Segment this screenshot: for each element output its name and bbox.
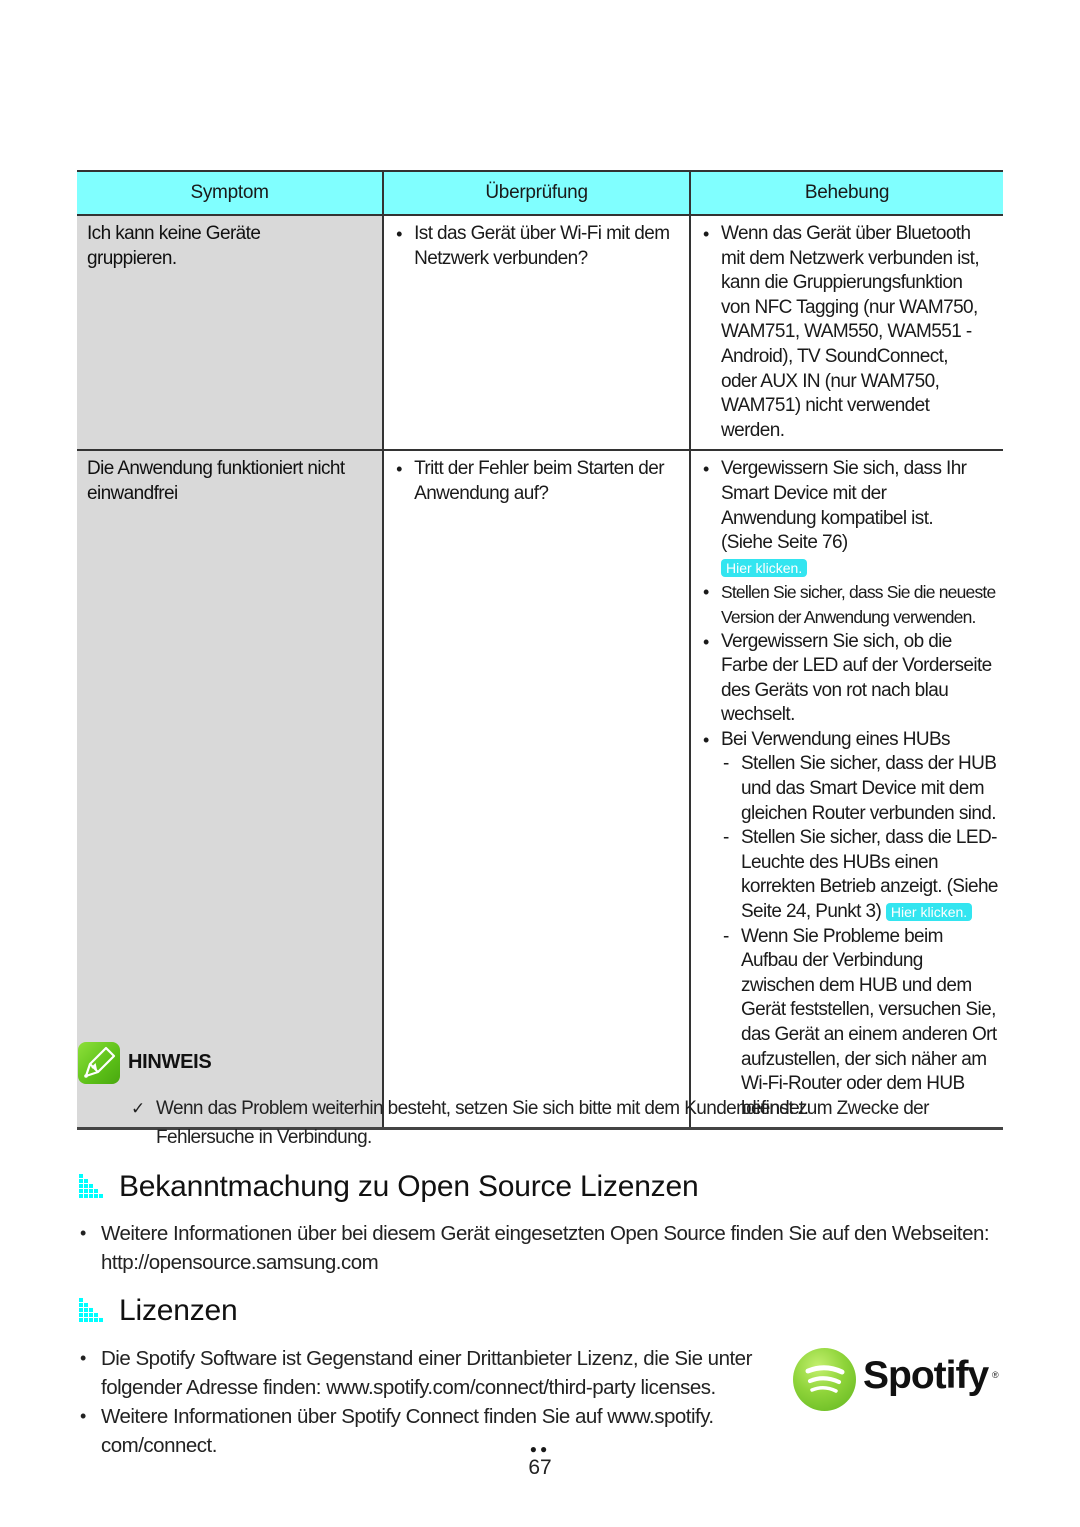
symptom-text: Ich kann keine Geräte gruppieren. [87, 223, 261, 269]
section-title: Lizenzen [119, 1294, 238, 1327]
fix-cell: Wenn das Gerät über Bluetooth mit dem Ne… [688, 215, 1003, 452]
spotify-circle-icon [793, 1348, 856, 1411]
cyan-dot-grid-icon [79, 1174, 103, 1198]
check-cell: Tritt der Fehler beim Starten der Anwend… [382, 450, 690, 1131]
bullet-item: Weitere Informationen über Spotify Conne… [79, 1402, 789, 1460]
page-number: ●● 67 [520, 1442, 560, 1480]
check-cell: Ist das Gerät über Wi-Fi mit dem Netzwer… [382, 215, 690, 452]
spotify-logo: Spotify ® [793, 1348, 1008, 1412]
bullet-item: Die Spotify Software ist Gegenstand eine… [79, 1344, 789, 1402]
page-dots-icon: ●● [529, 1442, 551, 1456]
section-title: Bekanntmachung zu Open Source Lizenzen [119, 1170, 699, 1203]
symptom-text: Die Anwendung funktioniert nicht einwand… [87, 458, 345, 504]
hier-klicken-link[interactable]: Hier klicken. [885, 903, 973, 922]
spotify-wordmark: Spotify [863, 1354, 989, 1397]
section-heading-lizenzen: Lizenzen [79, 1294, 238, 1328]
page-number-text: 67 [528, 1456, 552, 1479]
table-row: Ich kann keine Geräte gruppieren. Ist da… [77, 215, 1003, 452]
check-item: Ist das Gerät über Wi-Fi mit dem Netzwer… [394, 222, 679, 271]
fix-cell: Vergewissern Sie sich, dass Ihr Smart De… [688, 450, 1003, 1131]
fix-subitem: Stellen Sie sicher, dass der HUB und das… [721, 752, 999, 826]
fix-item: Vergewissern Sie sich, ob die Farbe der … [701, 630, 996, 728]
hier-klicken-link[interactable]: Hier klicken. [720, 558, 808, 577]
check-item: Tritt der Fehler beim Starten der Anwend… [394, 457, 674, 506]
fix-subitem: Stellen Sie sicher, dass die LED-Leuchte… [721, 826, 999, 924]
fix-item: Wenn das Gerät über Bluetooth mit dem Ne… [701, 222, 987, 443]
symptom-cell: Die Anwendung funktioniert nicht einwand… [77, 450, 384, 1131]
symptom-cell: Ich kann keine Geräte gruppieren. [77, 215, 384, 452]
table-row: Die Anwendung funktioniert nicht einwand… [77, 450, 1003, 1131]
registered-mark: ® [992, 1370, 999, 1380]
fix-item: Stellen Sie sicher, dass Sie die neueste… [701, 580, 1001, 629]
note-text: ✓ Wenn das Problem weiterhin besteht, se… [131, 1094, 971, 1152]
note-body: Wenn das Problem weiterhin besteht, setz… [156, 1098, 929, 1148]
bullet-item: Weitere Informationen über bei diesem Ge… [79, 1219, 1009, 1277]
section-body: Die Spotify Software ist Gegenstand eine… [79, 1344, 789, 1460]
section-body: Weitere Informationen über bei diesem Ge… [79, 1219, 1009, 1277]
cyan-dot-grid-icon [79, 1298, 103, 1322]
fix-item-text: Vergewissern Sie sich, dass Ihr Smart De… [720, 458, 967, 554]
pencil-note-icon [78, 1042, 120, 1084]
header-fix: Behebung [688, 170, 1003, 216]
fix-subitem: Wenn Sie Probleme beim Aufbau der Verbin… [721, 925, 999, 1122]
fix-item: Bei Verwendung eines HUBs Stellen Sie si… [701, 728, 1001, 1122]
fix-item: Vergewissern Sie sich, dass Ihr Smart De… [701, 457, 983, 580]
checkmark-icon: ✓ [131, 1099, 145, 1118]
note-title: HINWEIS [128, 1051, 212, 1073]
section-heading-open-source: Bekanntmachung zu Open Source Lizenzen [79, 1170, 699, 1204]
header-symptom: Symptom [77, 170, 384, 216]
troubleshooting-table: Symptom Überprüfung Behebung Ich kann ke… [77, 170, 1003, 1131]
table-header-row: Symptom Überprüfung Behebung [77, 170, 1003, 216]
header-check: Überprüfung [382, 170, 690, 216]
fix-item-text: Bei Verwendung eines HUBs [720, 728, 951, 750]
